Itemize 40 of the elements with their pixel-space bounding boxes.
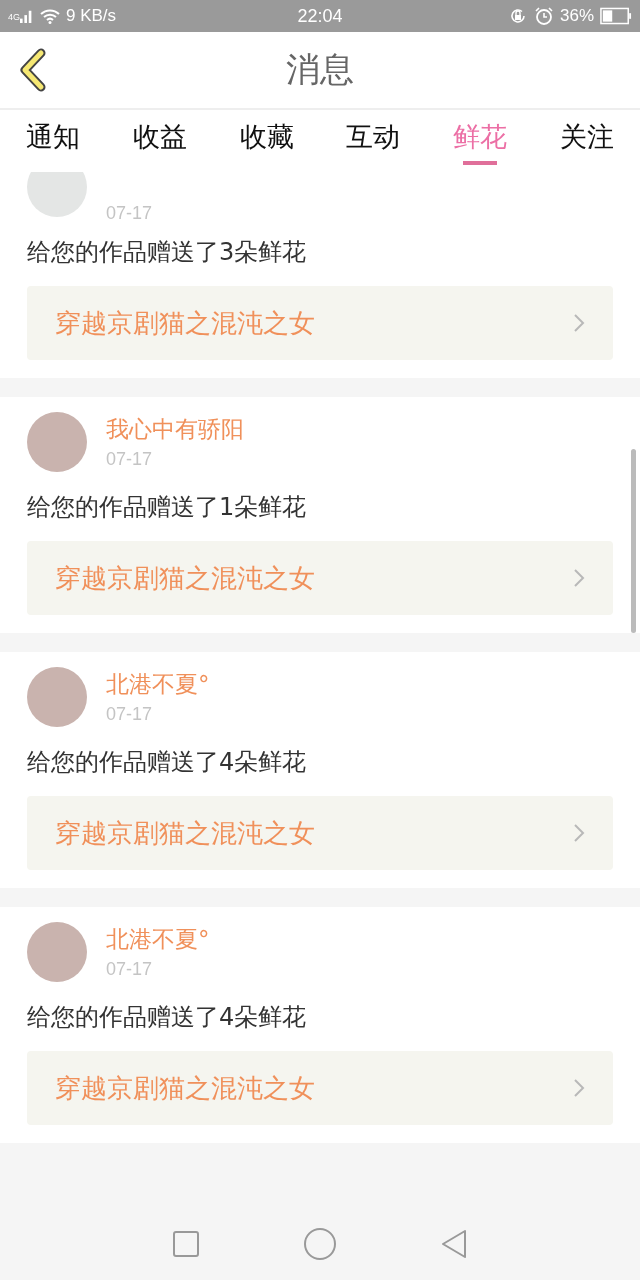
sender-name[interactable]: 北港不夏° (106, 669, 210, 700)
message-text: 给您的作品赠送了1朵鲜花 (27, 492, 308, 523)
message-text: 给您的作品赠送了3朵鲜花 (27, 237, 308, 268)
alarm-icon (533, 6, 554, 26)
network-label: 4G (8, 12, 20, 22)
avatar (27, 172, 87, 217)
battery-icon (600, 7, 632, 25)
message-date: 07-17 (106, 704, 154, 725)
signal-icon (20, 8, 34, 24)
tab[interactable]: 关注 (559, 113, 614, 169)
back-nav-icon[interactable] (439, 1229, 469, 1259)
message-date: 07-17 (106, 203, 153, 224)
chevron-icon (573, 313, 585, 333)
wifi-icon (40, 8, 60, 24)
chevron-icon (573, 1078, 585, 1098)
home-icon[interactable] (303, 1227, 337, 1261)
tab[interactable]: 收藏 (239, 113, 294, 169)
work-link[interactable]: 穿越京剧猫之混沌之女 (27, 286, 613, 360)
message-date: 07-17 (106, 449, 154, 470)
message-text: 给您的作品赠送了4朵鲜花 (27, 1002, 308, 1033)
battery-percent: 36% (559, 6, 594, 26)
recent-apps-icon[interactable] (171, 1229, 201, 1259)
tab[interactable]: 互动 (346, 113, 401, 169)
work-link[interactable]: 穿越京剧猫之混沌之女 (27, 796, 613, 870)
avatar (27, 922, 87, 982)
sender-name[interactable]: 北港不夏° (106, 924, 210, 955)
message-text: 给您的作品赠送了4朵鲜花 (27, 747, 308, 778)
network-speed: 9 KB/s (66, 6, 117, 26)
sender-name[interactable]: 我心中有骄阳 (106, 414, 244, 445)
chevron-icon (573, 568, 585, 588)
chevron-icon (573, 823, 585, 843)
tab[interactable]: 通知 (26, 113, 81, 169)
message-date: 07-17 (106, 959, 154, 980)
work-link[interactable]: 穿越京剧猫之混沌之女 (27, 541, 613, 615)
page-title: 消息 (286, 48, 354, 91)
work-link[interactable]: 穿越京剧猫之混沌之女 (27, 1051, 613, 1125)
clock: 22:04 (297, 5, 343, 27)
tab[interactable]: 收益 (133, 113, 187, 169)
avatar (27, 667, 87, 727)
avatar (27, 412, 87, 472)
